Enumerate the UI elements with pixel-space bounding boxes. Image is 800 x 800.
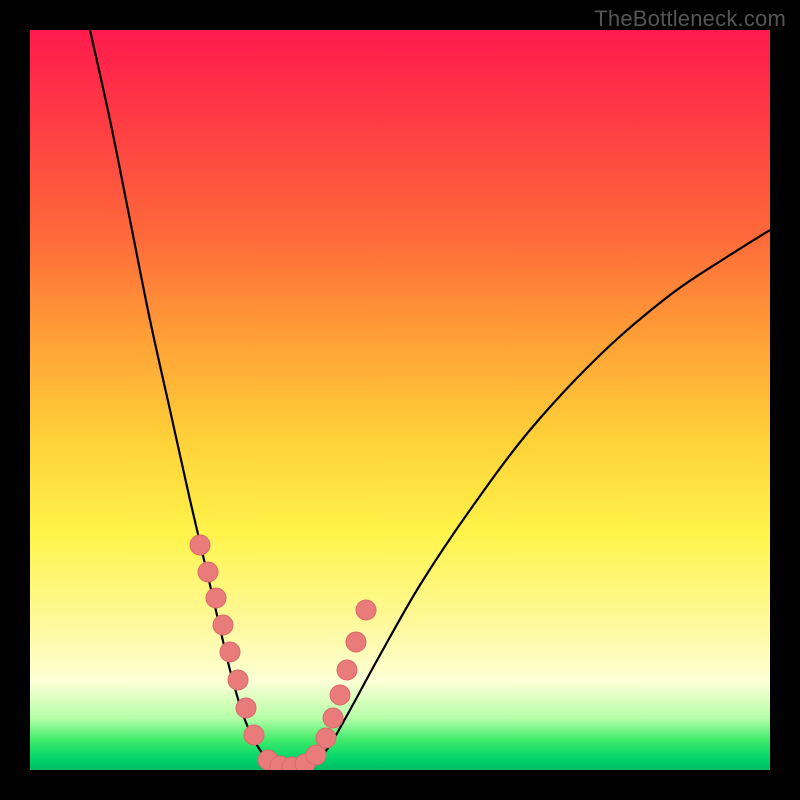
watermark-text: TheBottleneck.com — [594, 6, 786, 32]
chart-stage: TheBottleneck.com — [0, 0, 800, 800]
marker-dot — [316, 728, 336, 748]
marker-dot — [346, 632, 366, 652]
marker-dot — [220, 642, 240, 662]
marker-dot — [206, 588, 226, 608]
plot-area — [30, 30, 770, 770]
marker-dot — [198, 562, 218, 582]
marker-dot — [356, 600, 376, 620]
right-curve-path — [315, 230, 770, 764]
marker-dot — [323, 708, 343, 728]
marker-dot — [228, 670, 248, 690]
marker-dot — [236, 698, 256, 718]
marker-dot — [213, 615, 233, 635]
left-curve-path — [90, 30, 275, 765]
marker-dot — [337, 660, 357, 680]
marker-dot — [330, 685, 350, 705]
marker-dot — [244, 725, 264, 745]
marker-dot — [190, 535, 210, 555]
curve-layer — [30, 30, 770, 770]
marker-group — [190, 535, 376, 770]
